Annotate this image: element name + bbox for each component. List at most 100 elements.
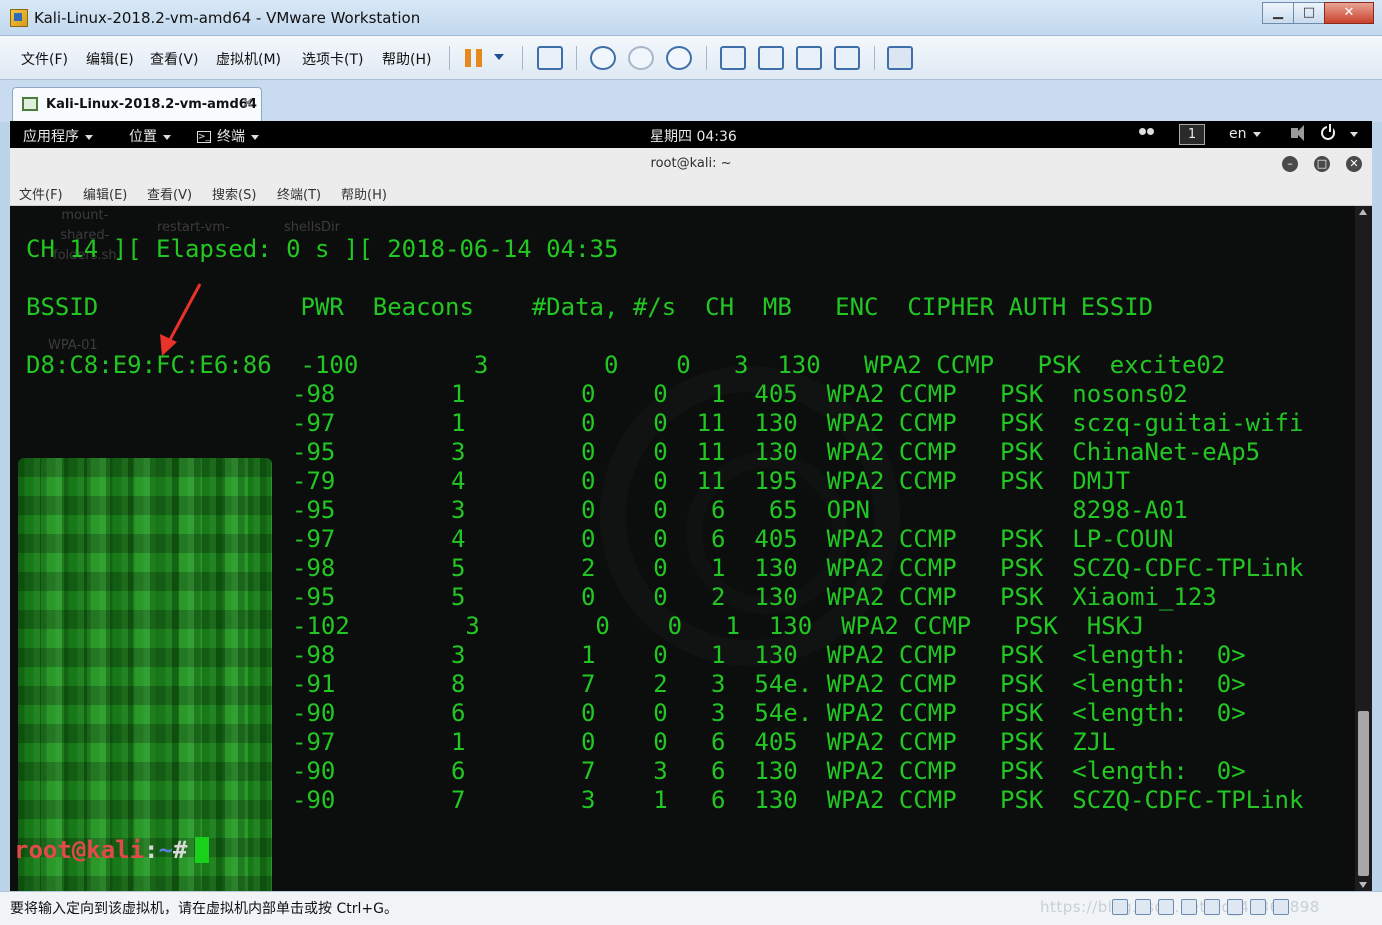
gnome-places-menu[interactable]: 位置 — [129, 126, 171, 146]
text-cursor — [195, 837, 210, 863]
users-icon[interactable] — [1139, 128, 1155, 141]
terminal-scrollbar[interactable] — [1355, 206, 1372, 891]
vm-tab[interactable]: Kali-Linux-2018.2-vm-amd64 ✕ — [12, 87, 262, 122]
shell-prompt[interactable]: root@kali:~# — [14, 836, 210, 865]
vm-tab-icon — [22, 97, 38, 111]
minimize-button[interactable]: ▁ — [1262, 2, 1294, 24]
airodump-row: -98 5 2 0 1 130 WPA2 CCMP PSK SCZQ-CDFC-… — [292, 554, 1304, 582]
close-button[interactable]: ✕ — [1324, 2, 1374, 24]
vmware-statusbar: 要将输入定向到该虚拟机，请在虚拟机内部单击或按 Ctrl+G。 https://… — [0, 891, 1382, 925]
network-icon[interactable] — [1158, 899, 1174, 915]
prompt-symbol: # — [172, 836, 188, 864]
vm-console[interactable]: 应用程序 位置 >_ 终端 星期四 04:36 1 en root@kali: ~… — [10, 121, 1372, 891]
terminal-menu-help[interactable]: 帮助(H) — [341, 184, 387, 203]
snapshot-revert-icon[interactable] — [628, 46, 654, 70]
workspace-indicator[interactable]: 1 — [1179, 124, 1205, 145]
terminal-menu-file[interactable]: 文件(F) — [19, 184, 63, 203]
chevron-down-icon — [1252, 131, 1261, 137]
fullscreen-icon[interactable] — [796, 46, 822, 70]
show-library-icon[interactable] — [720, 46, 746, 70]
terminal-icon: >_ — [197, 131, 211, 143]
unity-icon[interactable] — [834, 46, 860, 70]
terminal-output[interactable]: mount- shared- folders.sh restart-vm- sh… — [10, 206, 1355, 891]
airodump-row: -91 8 7 2 3 54e. WPA2 CCMP PSK <length: … — [292, 670, 1246, 698]
terminal-menu-edit[interactable]: 编辑(E) — [83, 184, 127, 203]
vm-tabstrip: Kali-Linux-2018.2-vm-amd64 ✕ — [0, 80, 1382, 122]
airodump-row: -97 1 0 0 6 405 WPA2 CCMP PSK ZJL — [292, 728, 1116, 756]
hdd-icon[interactable] — [1112, 899, 1128, 915]
gnome-top-bar: 应用程序 位置 >_ 终端 星期四 04:36 1 en — [10, 121, 1372, 148]
vmware-app-icon — [10, 9, 28, 27]
terminal-header: root@kali: ~ – □ ✕ 文件(F) 编辑(E) 查看(V) 搜索(… — [10, 148, 1372, 206]
prompt-separator: : — [144, 836, 159, 864]
airodump-row: -95 3 0 0 6 65 OPN 8298-A01 — [292, 496, 1188, 524]
cdrom-icon[interactable] — [1135, 899, 1151, 915]
language-label: en — [1229, 126, 1247, 142]
sound-icon[interactable] — [1204, 899, 1220, 915]
airodump-row: -90 6 7 3 6 130 WPA2 CCMP PSK <length: 0… — [292, 757, 1246, 785]
toolbar-separator — [706, 46, 707, 70]
toolbar-separator — [449, 46, 450, 70]
airodump-row: -90 6 0 0 3 54e. WPA2 CCMP PSK <length: … — [292, 699, 1246, 727]
menu-file[interactable]: 文件(F) — [21, 49, 68, 69]
language-menu[interactable]: en — [1229, 126, 1261, 142]
message-icon[interactable] — [1273, 899, 1289, 915]
window-titlebar: Kali-Linux-2018.2-vm-amd64 - VMware Work… — [0, 0, 1382, 36]
menu-toolbar: 文件(F) 编辑(E) 查看(V) 虚拟机(M) 选项卡(T) 帮助(H) — [0, 36, 1382, 80]
gnome-clock[interactable]: 星期四 04:36 — [650, 126, 737, 146]
scrollbar-thumb[interactable] — [1358, 711, 1369, 876]
terminal-menu-search[interactable]: 搜索(S) — [212, 184, 256, 203]
airodump-row: -98 3 1 0 1 130 WPA2 CCMP PSK <length: 0… — [292, 641, 1246, 669]
console-view-icon[interactable] — [887, 46, 913, 70]
terminal-menu-terminal[interactable]: 终端(T) — [277, 184, 321, 203]
send-ctrl-alt-del-icon[interactable] — [537, 46, 563, 70]
airodump-row: -97 4 0 0 6 405 WPA2 CCMP PSK LP-COUN — [292, 525, 1174, 553]
terminal-menu-view[interactable]: 查看(V) — [147, 184, 192, 203]
window-title: Kali-Linux-2018.2-vm-amd64 - VMware Work… — [34, 9, 421, 27]
printer-icon[interactable] — [1227, 899, 1243, 915]
airodump-row: -90 7 3 1 6 130 WPA2 CCMP PSK SCZQ-CDFC-… — [292, 786, 1304, 814]
scroll-down-icon[interactable] — [1359, 882, 1367, 888]
bssid-redaction-mosaic — [18, 458, 272, 891]
menu-edit[interactable]: 编辑(E) — [86, 49, 134, 69]
gnome-apps-menu[interactable]: 应用程序 — [23, 126, 93, 146]
terminal-maximize-icon[interactable]: □ — [1314, 156, 1330, 172]
chevron-down-icon[interactable] — [1350, 132, 1358, 137]
annotation-arrow-icon — [160, 283, 202, 356]
gnome-terminal-label: 终端 — [217, 129, 245, 145]
chevron-down-icon — [163, 134, 171, 140]
chevron-down-icon — [85, 134, 93, 140]
maximize-button[interactable]: □ — [1293, 2, 1325, 24]
window-controls: ▁ □ ✕ — [1262, 2, 1374, 24]
thumbnail-bar-icon[interactable] — [758, 46, 784, 70]
airodump-row: -98 1 0 0 1 405 WPA2 CCMP PSK nosons02 — [292, 380, 1188, 408]
pause-icon[interactable] — [465, 49, 483, 67]
snapshot-manager-icon[interactable] — [666, 46, 692, 70]
terminal-close-icon[interactable]: ✕ — [1346, 156, 1362, 172]
airodump-row: -102 3 0 0 1 130 WPA2 CCMP PSK HSKJ — [292, 612, 1145, 640]
terminal-minimize-icon[interactable]: – — [1282, 156, 1298, 172]
airodump-row: -95 3 0 0 11 130 WPA2 CCMP PSK ChinaNet-… — [292, 438, 1261, 466]
annotation-arrow-head — [160, 334, 177, 356]
airodump-row: -95 5 0 0 2 130 WPA2 CCMP PSK Xiaomi_123 — [292, 583, 1217, 611]
display-icon[interactable] — [1250, 899, 1266, 915]
snapshot-take-icon[interactable] — [590, 46, 616, 70]
device-status-icons — [1112, 899, 1289, 915]
scroll-up-icon[interactable] — [1359, 209, 1367, 215]
airodump-row: -79 4 0 0 11 195 WPA2 CCMP PSK DMJT — [292, 467, 1131, 495]
terminal-title: root@kali: ~ — [650, 156, 732, 171]
menu-help[interactable]: 帮助(H) — [382, 49, 431, 69]
gnome-terminal-menu[interactable]: >_ 终端 — [197, 126, 259, 146]
usb-icon[interactable] — [1181, 899, 1197, 915]
power-dropdown-icon[interactable] — [494, 54, 504, 60]
power-icon[interactable] — [1321, 124, 1335, 140]
status-message: 要将输入定向到该虚拟机，请在虚拟机内部单击或按 Ctrl+G。 — [10, 901, 398, 917]
menu-tabs[interactable]: 选项卡(T) — [302, 49, 363, 69]
prompt-user: root@kali — [14, 836, 145, 864]
vm-tab-label: Kali-Linux-2018.2-vm-amd64 — [46, 97, 257, 112]
menu-view[interactable]: 查看(V) — [150, 49, 199, 69]
airodump-row: -97 1 0 0 11 130 WPA2 CCMP PSK sczq-guit… — [292, 409, 1304, 437]
menu-vm[interactable]: 虚拟机(M) — [216, 49, 281, 69]
tab-close-icon[interactable]: ✕ — [241, 94, 254, 112]
volume-icon[interactable] — [1291, 125, 1304, 141]
